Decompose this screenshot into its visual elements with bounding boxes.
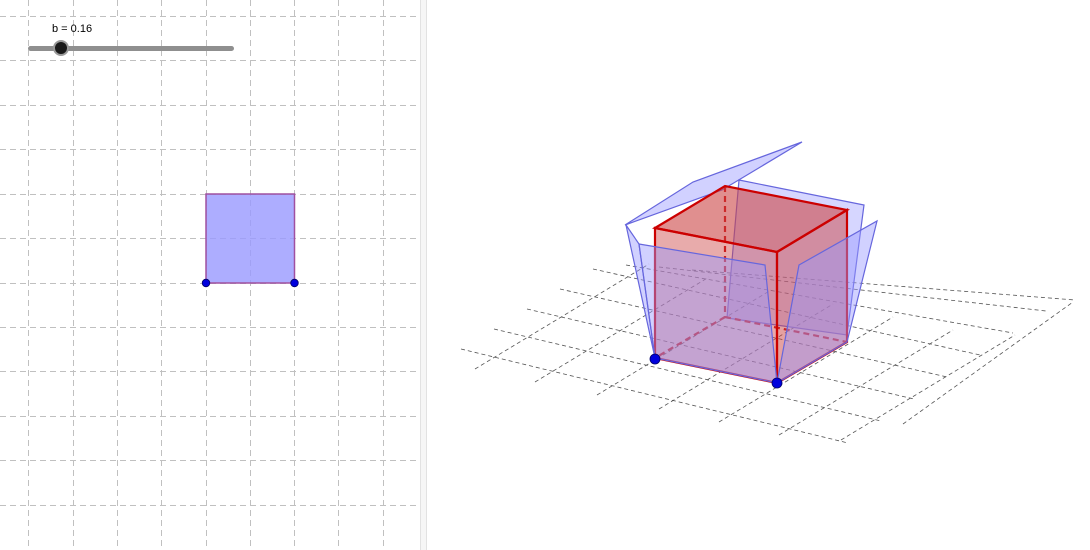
point-b-3d[interactable]: [771, 377, 783, 389]
scene-3d: [460, 141, 1076, 444]
slider-knob-icon[interactable]: [52, 40, 69, 56]
point-b[interactable]: [290, 278, 299, 288]
slider-b[interactable]: b = 0.16: [26, 22, 238, 62]
point-a-3d[interactable]: [649, 353, 661, 365]
square-polygon[interactable]: [205, 193, 296, 284]
geogebra-app: b = 0.16: [0, 0, 1090, 550]
point-a[interactable]: [201, 278, 211, 288]
graphics-view-2d[interactable]: b = 0.16: [0, 0, 420, 550]
graphics-view-3d[interactable]: [427, 0, 1090, 550]
flap-front[interactable]: [638, 243, 778, 384]
grid-2d: [0, 0, 420, 550]
slider-caption: b = 0.16: [52, 23, 93, 35]
view-splitter[interactable]: [420, 0, 427, 550]
